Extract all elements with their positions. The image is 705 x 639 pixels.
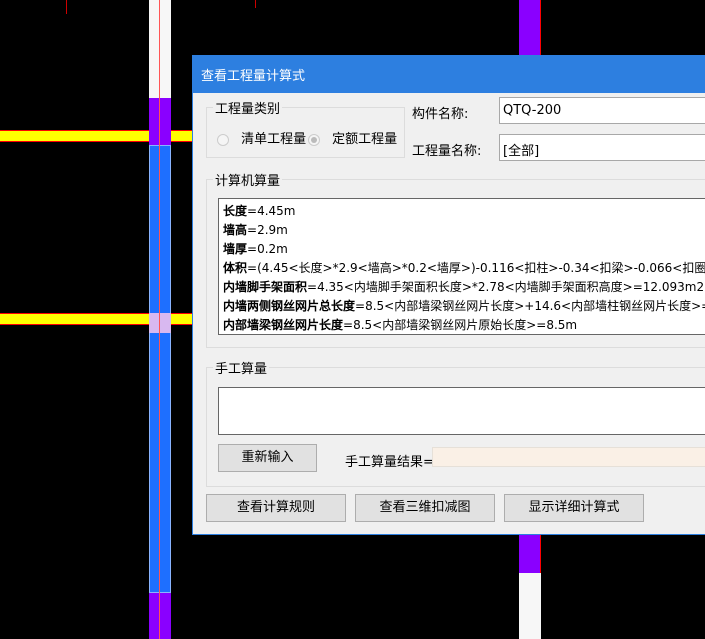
manual-result-field[interactable] [432, 447, 705, 467]
cad-wall-white [519, 573, 541, 639]
formula-textbox[interactable]: 长度=4.45m 墙高=2.9m 墙厚=0.2m 体积=(4.45<长度>*2.9<墙… [218, 198, 705, 335]
radio-icon[interactable] [217, 133, 229, 146]
formula-expr: =4.45m [247, 204, 296, 218]
cad-column [519, 0, 541, 60]
formula-line: 长度=4.45m [223, 202, 705, 221]
formula-line: 内墙脚手架面积=4.35<内墙脚手架面积长度>*2.78<内墙脚手架面积高度>=… [223, 278, 705, 297]
formula-name: 内墙脚手架面积 [223, 280, 308, 294]
formula-expr: =8.5<内部墙梁钢丝网片原始长度>=8.5m [343, 318, 578, 332]
cad-axis-line [159, 0, 160, 639]
component-name-label: 构件名称: [412, 107, 469, 122]
manual-formula-input[interactable] [218, 387, 705, 435]
cad-overlap [149, 313, 171, 333]
formula-expr: =8.5<内部墙梁钢丝网片长度>+14.6<内部墙柱钢丝网片长度>=2 [355, 299, 705, 313]
formula-line: 墙高=2.9m [223, 221, 705, 240]
radio-label: 清单工程量 [241, 132, 307, 147]
dialog-title[interactable]: 查看工程量计算式 [193, 56, 705, 93]
formula-name: 内部墙梁钢丝网片长度 [223, 318, 344, 332]
quantity-name-label: 工程量名称: [412, 144, 482, 159]
show-detail-formula-button[interactable]: 显示详细计算式 [504, 494, 644, 522]
radio-label: 定额工程量 [332, 132, 398, 147]
cad-selected-wall[interactable] [149, 145, 171, 593]
manual-legend: 手工算量 [215, 362, 268, 377]
formula-line: 体积=(4.45<长度>*2.9<墙高>*0.2<墙厚>)-0.116<扣柱>-… [223, 259, 705, 278]
formula-name: 长度 [223, 204, 248, 218]
computer-legend: 计算机算量 [215, 174, 281, 189]
cad-column [149, 593, 171, 639]
cad-wall-white [149, 0, 171, 98]
radio-quota-quantity[interactable]: 定额工程量 [308, 128, 397, 147]
formula-line: 内墙两侧钢丝网片总长度=8.5<内部墙梁钢丝网片长度>+14.6<内部墙柱钢丝网… [223, 297, 705, 316]
cad-column [519, 535, 541, 573]
manual-result-label: 手工算量结果= [345, 455, 434, 470]
formula-name: 墙厚 [223, 242, 248, 256]
formula-name: 墙高 [223, 223, 248, 237]
quantity-formula-dialog: 查看工程量计算式 工程量类别 清单工程量 定额工程量 构件名称: QTQ-200… [192, 55, 705, 535]
cad-column [149, 98, 171, 145]
quantity-name-select[interactable]: [全部] [499, 134, 705, 161]
radio-icon[interactable] [308, 133, 320, 146]
formula-name: 体积 [223, 261, 248, 275]
formula-expr: =2.9m [247, 223, 288, 237]
formula-expr: =0.2m [247, 242, 288, 256]
component-name-field[interactable]: QTQ-200 [499, 97, 705, 124]
formula-expr: =4.35<内墙脚手架面积长度>*2.78<内墙脚手架面积高度>=12.093m… [307, 280, 705, 294]
formula-line: 墙厚=0.2m [223, 240, 705, 259]
formula-expr: =(4.45<长度>*2.9<墙高>*0.2<墙厚>)-0.116<扣柱>-0.… [247, 261, 705, 275]
formula-name: 内墙两侧钢丝网片总长度 [223, 299, 356, 313]
radio-bill-quantity[interactable]: 清单工程量 [217, 128, 306, 147]
cad-tick [66, 0, 67, 14]
view-rules-button[interactable]: 查看计算规则 [206, 494, 346, 522]
reenter-button[interactable]: 重新输入 [218, 444, 317, 472]
cad-tick [255, 0, 256, 8]
view-3d-deduction-button[interactable]: 查看三维扣减图 [355, 494, 495, 522]
formula-line: 内部墙梁钢丝网片长度=8.5<内部墙梁钢丝网片原始长度>=8.5m [223, 316, 705, 334]
category-legend: 工程量类别 [215, 102, 281, 117]
